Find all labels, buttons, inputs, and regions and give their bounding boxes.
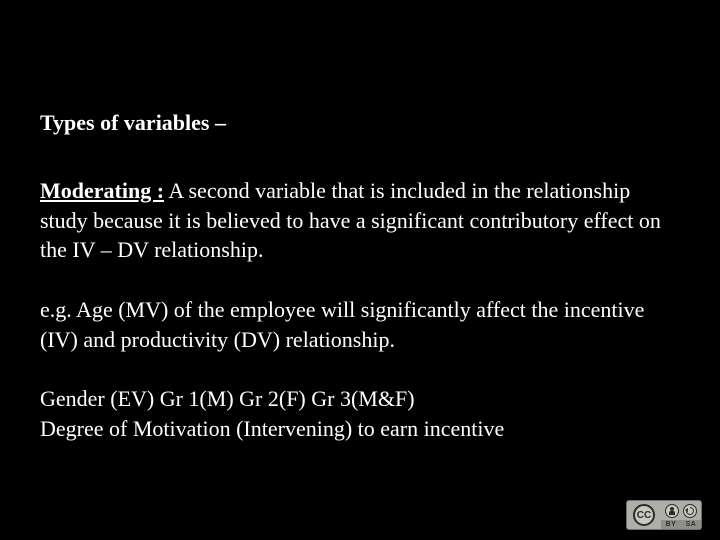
- cc-right-panel: BY SA: [661, 501, 701, 529]
- extra-line-gender: Gender (EV) Gr 1(M) Gr 2(F) Gr 3(M&F): [40, 384, 680, 414]
- example-paragraph: e.g. Age (MV) of the employee will signi…: [40, 295, 680, 354]
- extra-paragraph: Gender (EV) Gr 1(M) Gr 2(F) Gr 3(M&F) De…: [40, 384, 680, 443]
- slide: Types of variables – Moderating : A seco…: [0, 0, 720, 540]
- sa-label: SA: [686, 521, 697, 528]
- cc-logo-wrap: CC: [627, 501, 661, 529]
- by-icon: [665, 504, 679, 518]
- sa-icon: [683, 504, 697, 518]
- extra-line-motivation: Degree of Motivation (Intervening) to ea…: [40, 414, 680, 444]
- cc-icons-row: [661, 501, 701, 520]
- slide-heading: Types of variables –: [40, 110, 680, 136]
- cc-logo-icon: CC: [633, 504, 655, 526]
- by-label: BY: [666, 521, 677, 528]
- moderating-label: Moderating :: [40, 178, 164, 203]
- cc-labels-row: BY SA: [661, 520, 701, 529]
- cc-license-badge: CC BY SA: [626, 500, 702, 530]
- moderating-paragraph: Moderating : A second variable that is i…: [40, 176, 680, 265]
